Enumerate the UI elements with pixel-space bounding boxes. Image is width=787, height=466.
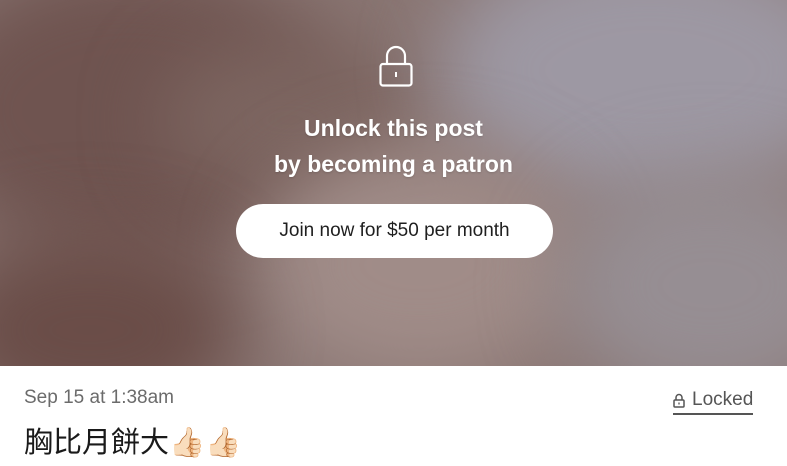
unlock-title-line2: by becoming a patron	[274, 151, 513, 177]
post-meta: Sep 15 at 1:38am Locked 胸比月餅大👍🏻👍🏻	[0, 366, 787, 466]
blurred-post-preview: Unlock this post by becoming a patron Jo…	[0, 0, 787, 366]
unlock-title: Unlock this post by becoming a patron	[0, 110, 787, 182]
post-title: 胸比月餅大👍🏻👍🏻	[24, 425, 242, 459]
unlock-title-line1: Unlock this post	[304, 115, 483, 141]
small-lock-icon	[673, 393, 685, 408]
join-now-button[interactable]: Join now for $50 per month	[236, 204, 553, 258]
unlock-overlay: Unlock this post by becoming a patron Jo…	[0, 0, 787, 366]
locked-post-card: Unlock this post by becoming a patron Jo…	[0, 0, 787, 466]
locked-label: Locked	[692, 389, 754, 410]
locked-link[interactable]: Locked	[673, 389, 754, 415]
post-timestamp: Sep 15 at 1:38am	[24, 387, 174, 408]
lock-icon	[379, 45, 413, 87]
